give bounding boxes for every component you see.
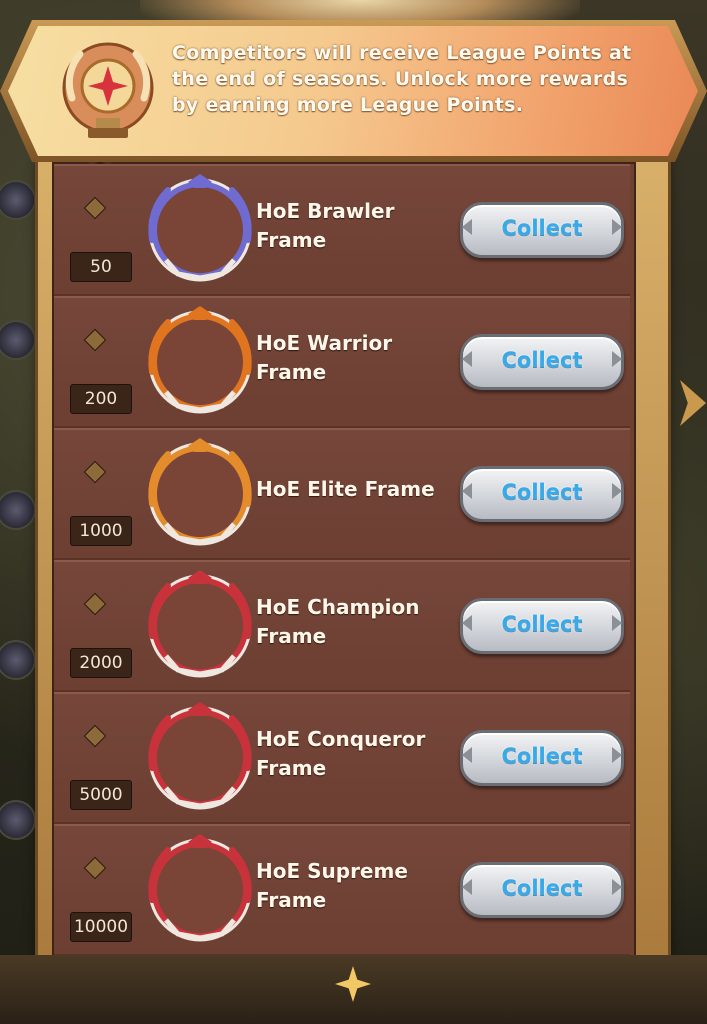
- reward-name: HoE Supreme Frame: [256, 859, 408, 912]
- points-threshold: 200: [70, 384, 132, 414]
- row-highlight: [54, 296, 630, 298]
- reward-row: 2000 HoE Champion Frame Collect: [54, 560, 630, 692]
- avatar-frame-icon: [148, 306, 252, 414]
- avatar-frame-icon: [148, 570, 252, 678]
- avatar-frame-icon: [148, 702, 252, 810]
- points-threshold: 1000: [70, 516, 132, 546]
- row-highlight: [54, 692, 630, 694]
- row-highlight: [54, 164, 630, 166]
- track-notch-icon: [83, 592, 107, 616]
- collect-button[interactable]: Collect: [460, 334, 624, 390]
- collect-button[interactable]: Collect: [460, 598, 624, 654]
- track-notch-icon: [83, 856, 107, 880]
- collect-button[interactable]: Collect: [460, 730, 624, 786]
- track-notch-icon: [83, 460, 107, 484]
- avatar-frame-icon: [148, 174, 252, 282]
- points-threshold: 10000: [70, 912, 132, 942]
- reward-row: 5000 HoE Conqueror Frame Collect: [54, 692, 630, 824]
- points-threshold: 2000: [70, 648, 132, 678]
- reward-name: HoE Elite Frame: [256, 477, 435, 501]
- points-threshold: 50: [70, 252, 132, 282]
- collect-button[interactable]: Collect: [460, 466, 624, 522]
- points-threshold: 5000: [70, 780, 132, 810]
- track-notch-icon: [83, 724, 107, 748]
- banner-text: Competitors will receive League Points a…: [172, 42, 632, 116]
- trophy-icon: [62, 42, 154, 138]
- avatar-frame-icon: [148, 834, 252, 942]
- track-notch-icon: [83, 328, 107, 352]
- row-highlight: [54, 560, 630, 562]
- reward-name: HoE Conqueror Frame: [256, 727, 426, 780]
- row-highlight: [54, 428, 630, 430]
- reward-row: 50 HoE Brawler Frame Collect: [54, 164, 630, 296]
- collect-button[interactable]: Collect: [460, 862, 624, 918]
- avatar-frame-icon: [148, 438, 252, 546]
- reward-name: HoE Champion Frame: [256, 595, 420, 648]
- reward-row: 10000 HoE Supreme Frame Collect: [54, 824, 630, 956]
- reward-name: HoE Warrior Frame: [256, 331, 393, 384]
- reward-row: 200 HoE Warrior Frame Collect: [54, 296, 630, 428]
- reward-name: HoE Brawler Frame: [256, 199, 395, 252]
- row-highlight: [54, 824, 630, 826]
- collect-button[interactable]: Collect: [460, 202, 624, 258]
- track-notch-icon: [83, 196, 107, 220]
- reward-row: 1000 HoE Elite Frame Collect: [54, 428, 630, 560]
